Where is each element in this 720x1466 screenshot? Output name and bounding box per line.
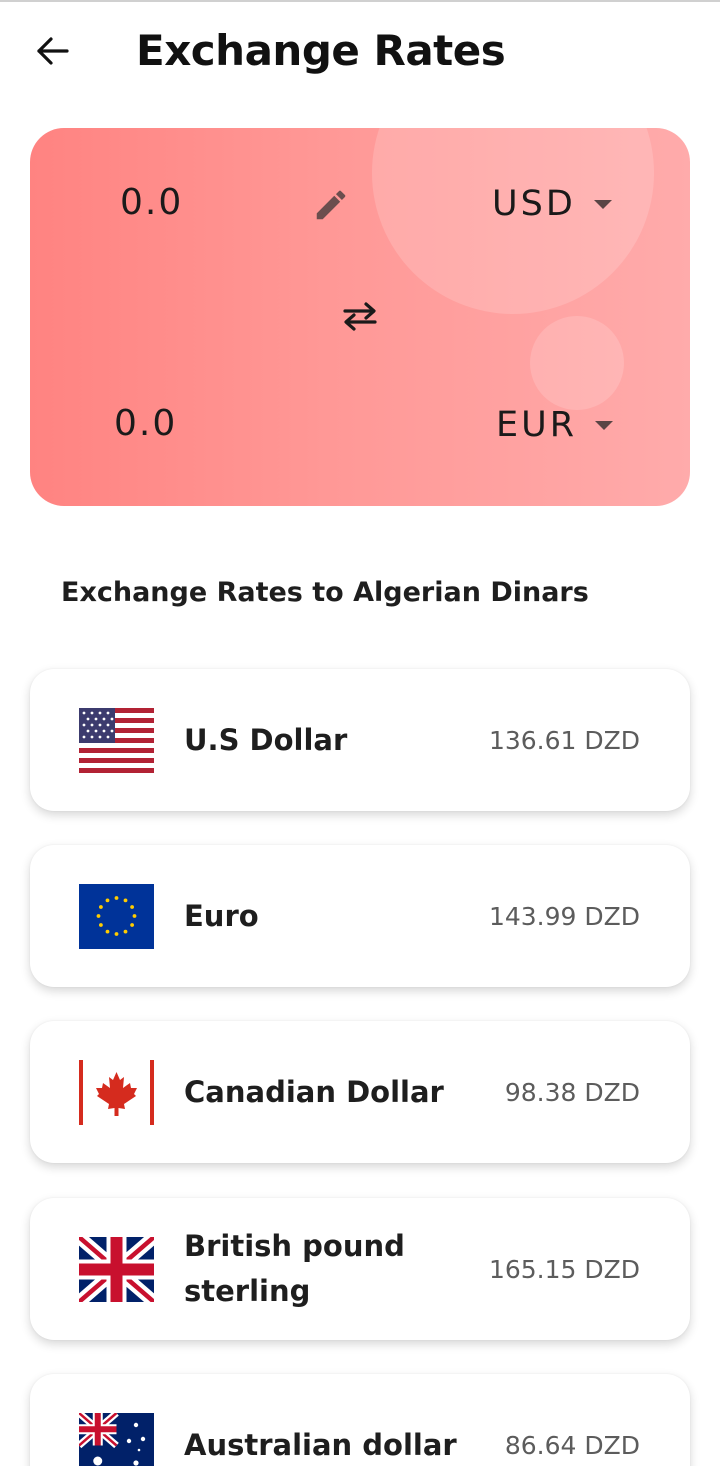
swap-arrows-icon: [341, 301, 379, 335]
chevron-down-icon: [595, 420, 614, 430]
canada-flag-icon: [79, 1060, 154, 1125]
rate-card-aud[interactable]: Australian dollar 86.64 DZD: [30, 1374, 690, 1466]
to-amount-display[interactable]: 0.0: [114, 403, 177, 444]
from-currency-code: USD: [492, 184, 576, 224]
rate-card-gbp[interactable]: British pound sterling 165.15 DZD: [30, 1198, 690, 1340]
section-title: Exchange Rates to Algerian Dinars: [61, 577, 589, 608]
arrow-back-icon: [36, 36, 70, 70]
page-title: Exchange Rates: [136, 26, 506, 75]
decorative-circle: [530, 316, 624, 410]
rate-value: 136.61 DZD: [488, 725, 640, 755]
rate-card-cad[interactable]: Canadian Dollar 98.38 DZD: [30, 1021, 690, 1163]
app-bar: Exchange Rates: [0, 0, 720, 110]
to-currency-dropdown[interactable]: EUR: [496, 405, 614, 445]
rate-card-usd[interactable]: U.S Dollar 136.61 DZD: [30, 669, 690, 811]
edit-button[interactable]: [308, 184, 354, 230]
eu-flag-icon: [79, 884, 154, 949]
australia-flag-icon: [79, 1413, 154, 1466]
currency-name: Canadian Dollar: [184, 1074, 444, 1109]
rate-card-eur[interactable]: Euro 143.99 DZD: [30, 845, 690, 987]
us-flag-icon: [79, 708, 154, 773]
currency-name: British pound sterling: [184, 1229, 405, 1308]
currency-name: U.S Dollar: [184, 722, 348, 757]
converter-card: 0.0 USD 0.0 EUR: [30, 128, 690, 506]
currency-name: Australian dollar: [184, 1427, 457, 1462]
to-currency-code: EUR: [496, 405, 578, 445]
rate-value: 98.38 DZD: [504, 1077, 640, 1107]
from-amount-input[interactable]: 0.0: [120, 182, 183, 223]
back-button[interactable]: [28, 30, 78, 76]
chevron-down-icon: [593, 199, 612, 209]
swap-button[interactable]: [334, 296, 386, 340]
uk-flag-icon: [79, 1237, 154, 1302]
rate-value: 143.99 DZD: [488, 901, 640, 931]
pencil-icon: [312, 186, 350, 228]
from-currency-dropdown[interactable]: USD: [492, 184, 612, 224]
rate-value: 86.64 DZD: [504, 1430, 640, 1460]
currency-name: Euro: [184, 898, 259, 933]
rate-value: 165.15 DZD: [488, 1254, 640, 1284]
